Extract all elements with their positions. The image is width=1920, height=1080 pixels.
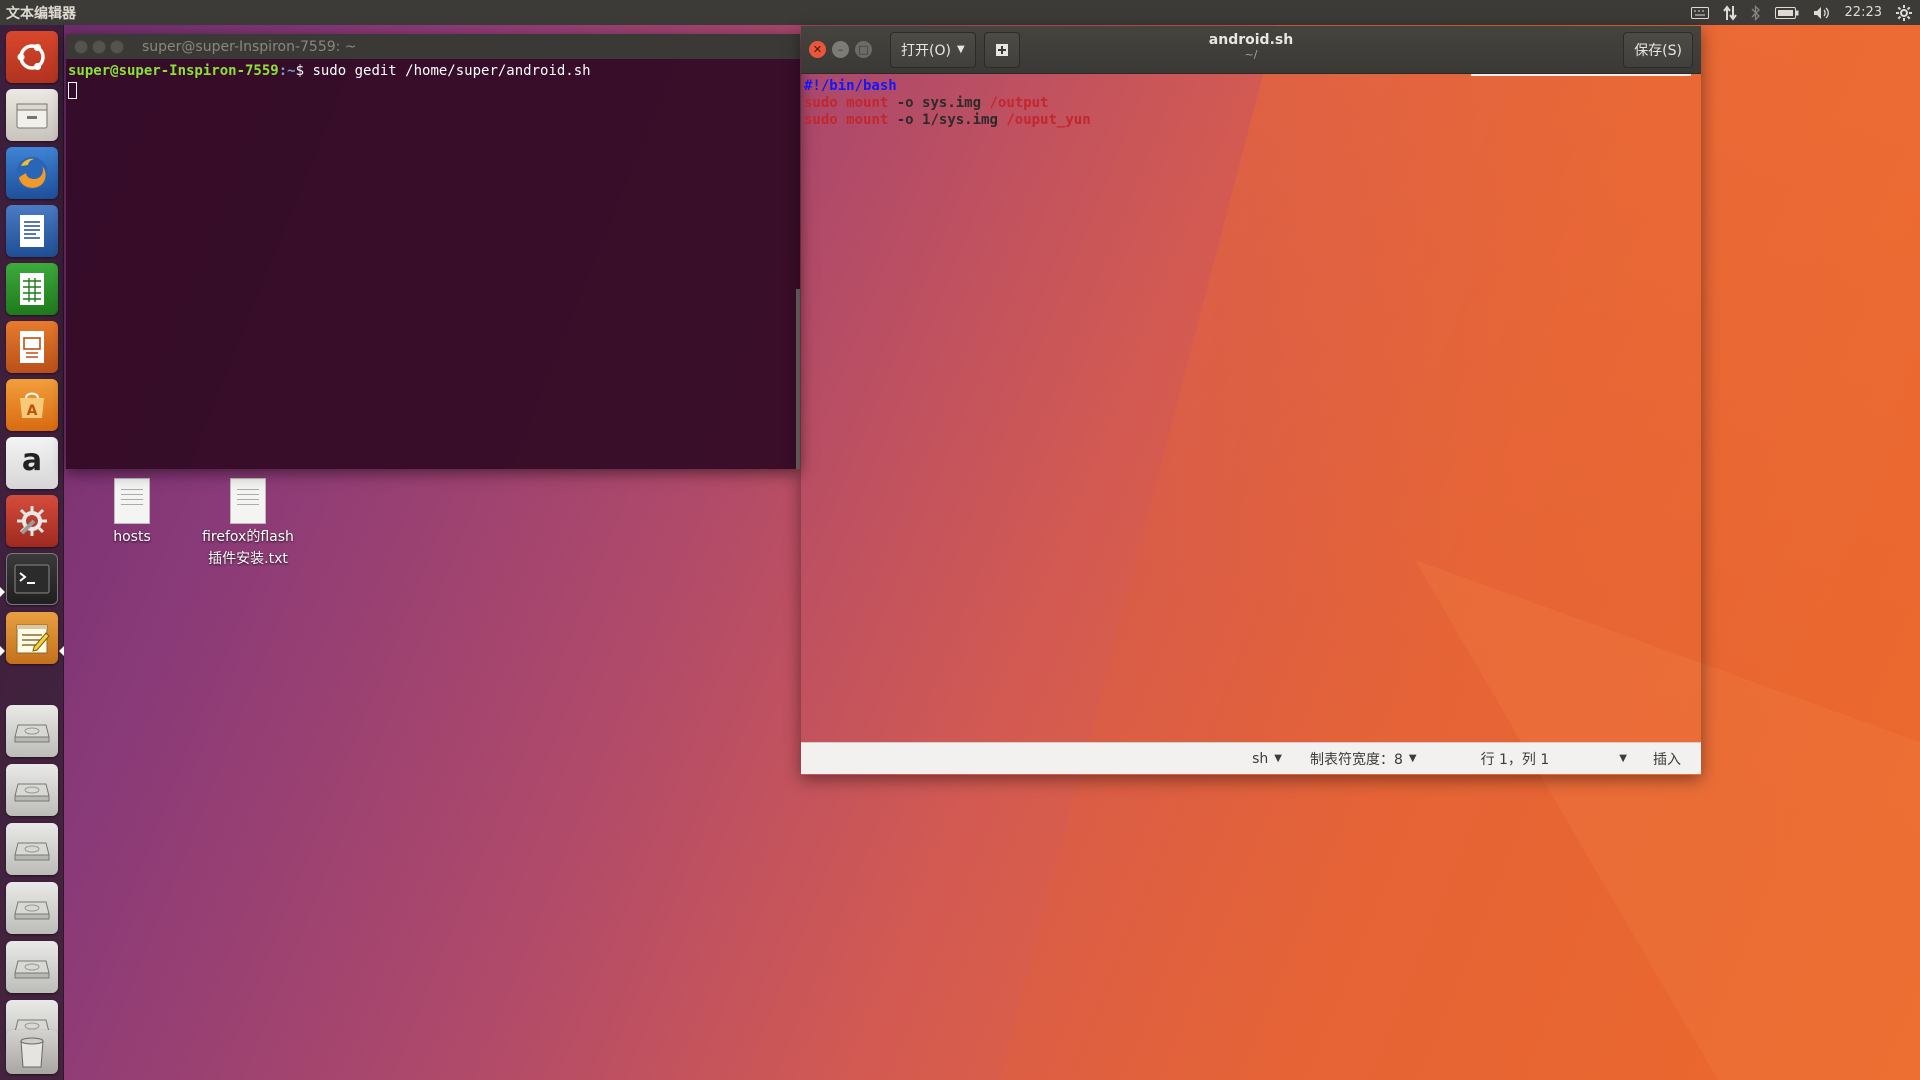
chevron-down-icon: ▼ bbox=[1408, 753, 1417, 764]
svg-text:A: A bbox=[27, 403, 38, 419]
close-icon[interactable]: ✕ bbox=[809, 41, 826, 58]
libreoffice-calc-icon[interactable] bbox=[6, 263, 58, 315]
tab-width-label: 制表符宽度：8 bbox=[1309, 751, 1403, 768]
terminal-output[interactable]: super@super-Inspiron-7559:~$ sudo gedit … bbox=[66, 59, 800, 469]
desktop-file-hosts[interactable]: hosts bbox=[82, 478, 182, 548]
gedit-headerbar[interactable]: ✕ – □ 打开(O) ▼ android.sh ~/ 保存(S) bbox=[801, 26, 1701, 74]
indicator-area: 22:23 bbox=[1690, 4, 1920, 21]
terminal-window: super@super-Inspiron-7559: ~ super@super… bbox=[66, 34, 800, 469]
text-editor-area[interactable]: #!/bin/bash sudo mount -o sys.img /outpu… bbox=[801, 74, 1701, 742]
drive-icon[interactable] bbox=[6, 823, 58, 875]
prompt-path: :~ bbox=[278, 63, 296, 79]
drive-icon[interactable] bbox=[6, 941, 58, 993]
text-editor-icon[interactable] bbox=[6, 612, 58, 664]
bluetooth-icon[interactable] bbox=[1751, 4, 1761, 21]
libreoffice-writer-icon[interactable] bbox=[6, 205, 58, 257]
code-line: sudo mount -o sys.img /output bbox=[804, 95, 1698, 112]
new-document-icon bbox=[995, 43, 1008, 56]
firefox-icon[interactable] bbox=[6, 147, 58, 199]
launcher: A a bbox=[0, 25, 64, 1080]
desktop-file-label: hosts bbox=[113, 529, 151, 545]
gedit-statusbar: sh ▼ 制表符宽度：8 ▼ 行 1，列 1 ▼ 插入 bbox=[801, 742, 1701, 774]
text-file-icon bbox=[114, 478, 150, 524]
top-panel: 文本编辑器 22:23 bbox=[0, 0, 1920, 25]
language-selector[interactable]: sh ▼ bbox=[1240, 751, 1294, 767]
drive-icon[interactable] bbox=[6, 705, 58, 757]
open-button[interactable]: 打开(O) ▼ bbox=[890, 31, 976, 68]
save-button[interactable]: 保存(S) bbox=[1623, 31, 1693, 68]
language-label: sh bbox=[1252, 750, 1269, 767]
code-keyword: sudo bbox=[804, 95, 838, 111]
terminal-title: super@super-Inspiron-7559: ~ bbox=[142, 38, 357, 55]
code-line: #!/bin/bash bbox=[804, 78, 1698, 95]
terminal-icon[interactable] bbox=[6, 553, 58, 605]
chevron-down-icon: ▼ bbox=[1274, 753, 1282, 764]
trash-icon[interactable] bbox=[6, 1030, 58, 1074]
cursor-position-selector[interactable]: 行 1，列 1 ▼ bbox=[1469, 749, 1639, 769]
code-arguments: -o sys.img bbox=[896, 95, 982, 111]
new-document-button[interactable] bbox=[983, 31, 1020, 68]
clock[interactable]: 22:23 bbox=[1845, 5, 1882, 20]
gear-icon[interactable] bbox=[1896, 4, 1912, 21]
text-file-icon bbox=[230, 478, 266, 524]
terminal-cursor bbox=[68, 82, 77, 99]
terminal-scrollbar[interactable] bbox=[796, 289, 800, 469]
amazon-glyph: a bbox=[21, 442, 43, 478]
insert-mode-label: 插入 bbox=[1653, 751, 1681, 768]
tab-indicator bbox=[1471, 74, 1691, 76]
maximize-icon[interactable] bbox=[110, 39, 124, 54]
files-icon[interactable] bbox=[6, 89, 58, 141]
desktop-file-flash-guide[interactable]: firefox的flash插件安装.txt bbox=[198, 478, 298, 570]
software-center-icon[interactable]: A bbox=[6, 379, 58, 431]
code-arguments: -o 1/sys.img bbox=[896, 112, 998, 128]
cursor-position: 行 1，列 1 bbox=[1480, 751, 1550, 768]
prompt-user: super@super-Inspiron-7559 bbox=[68, 63, 279, 79]
drive-icon[interactable] bbox=[6, 882, 58, 934]
minimize-icon[interactable] bbox=[92, 39, 106, 54]
amazon-icon[interactable]: a bbox=[6, 437, 58, 489]
chevron-down-icon: ▼ bbox=[1619, 753, 1627, 764]
gedit-window: ✕ – □ 打开(O) ▼ android.sh ~/ 保存(S) #!/bin… bbox=[801, 26, 1701, 775]
network-icon[interactable] bbox=[1722, 4, 1737, 21]
prompt-symbol: $ bbox=[295, 63, 305, 79]
drive-icon[interactable] bbox=[6, 764, 58, 816]
save-button-label: 保存(S) bbox=[1634, 42, 1682, 59]
desktop-file-label: firefox的flash插件安装.txt bbox=[202, 529, 294, 567]
keyboard-icon[interactable] bbox=[1690, 6, 1709, 19]
running-indicator bbox=[0, 646, 5, 656]
system-settings-icon[interactable] bbox=[6, 495, 58, 547]
ubuntu-dash-icon[interactable] bbox=[6, 31, 58, 83]
code-path: /ouput_yun bbox=[1006, 112, 1091, 128]
libreoffice-impress-icon[interactable] bbox=[6, 321, 58, 373]
code-line: sudo mount -o 1/sys.img /ouput_yun bbox=[804, 112, 1698, 129]
volume-icon[interactable] bbox=[1813, 6, 1831, 20]
close-icon[interactable] bbox=[74, 39, 88, 54]
code-keyword: mount bbox=[846, 95, 889, 111]
terminal-command-line: super@super-Inspiron-7559:~$ sudo gedit … bbox=[68, 63, 798, 79]
active-app-title: 文本编辑器 bbox=[6, 5, 76, 22]
maximize-icon[interactable]: □ bbox=[855, 41, 872, 58]
code-shebang: #!/bin/bash bbox=[804, 78, 897, 94]
tab-width-selector[interactable]: 制表符宽度：8 ▼ bbox=[1298, 749, 1429, 769]
minimize-icon[interactable]: – bbox=[832, 41, 849, 58]
code-keyword: sudo bbox=[804, 112, 838, 128]
terminal-command: sudo gedit /home/super/android.sh bbox=[304, 63, 591, 79]
focused-indicator bbox=[59, 646, 64, 656]
code-path: /output bbox=[989, 95, 1049, 111]
terminal-titlebar[interactable]: super@super-Inspiron-7559: ~ bbox=[66, 34, 800, 59]
insert-mode-indicator[interactable]: 插入 bbox=[1641, 749, 1693, 769]
code-keyword: mount bbox=[846, 112, 889, 128]
running-indicator bbox=[0, 587, 5, 597]
chevron-down-icon: ▼ bbox=[956, 44, 965, 55]
open-button-label: 打开(O) bbox=[901, 42, 951, 59]
battery-icon[interactable] bbox=[1774, 6, 1799, 19]
